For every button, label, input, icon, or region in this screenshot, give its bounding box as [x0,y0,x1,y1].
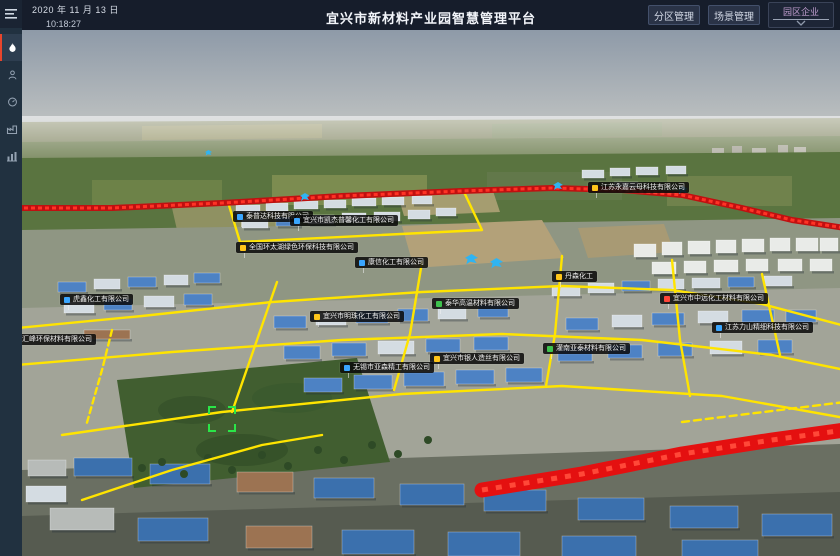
map-3d-view[interactable]: 江苏永嘉云母科技有限公司泰普达科技有限公司宜兴市凯杰普馨化工有限公司全国环太湖绿… [22,30,840,556]
company-label-text: 虎鑫化工有限公司 [73,296,129,303]
company-label-text: 宜兴市银人造丝有限公司 [443,355,520,362]
company-marker-icon [547,346,553,352]
park-enterprise-dropdown[interactable]: 园区企业 [768,2,834,28]
company-label-text: 丹森化工 [565,273,593,280]
company-label[interactable]: 丹森化工 [552,271,597,282]
company-label[interactable]: 全国环太湖绿色环保科技有限公司 [236,242,358,253]
company-label[interactable]: 康信化工有限公司 [355,257,428,268]
company-marker-icon [64,297,70,303]
company-label-text: 泰华高温材料有限公司 [445,300,515,307]
company-label-text: 灌南亚泰材料有限公司 [556,345,626,352]
company-label[interactable]: 江苏永嘉云母科技有限公司 [588,182,689,193]
hamburger-menu-button[interactable] [0,0,22,28]
company-label[interactable]: 江苏力山精细科技有限公司 [712,322,813,333]
gauge-icon [7,96,18,108]
sidebar-item-enterprise[interactable] [0,115,22,142]
top-header-bar: 2020 年 11 月 13 日 10:18:27 宜兴市新材料产业园智慧管理平… [22,0,840,30]
sidebar [0,0,22,556]
factory-icon [6,123,18,135]
company-label-text: 无锡市亚森精工有限公司 [353,364,430,371]
company-marker-icon [716,325,722,331]
header-actions: 分区管理 场景管理 园区企业 [648,0,834,30]
zone-management-button[interactable]: 分区管理 [648,5,700,25]
sidebar-item-monitor[interactable] [0,88,22,115]
flame-icon [7,42,18,54]
sidebar-item-statistics[interactable] [0,142,22,169]
company-label[interactable]: 无锡市亚森精工有限公司 [340,362,434,373]
company-marker-icon [344,365,350,371]
company-marker-icon [592,185,598,191]
bar-chart-icon [6,150,18,162]
company-label-text: 全国环太湖绿色环保科技有限公司 [249,244,354,251]
company-label[interactable]: 宜兴市凯杰普馨化工有限公司 [290,215,398,226]
sidebar-item-fire-alarm[interactable] [0,34,22,61]
company-label-text: 宜兴市明珠化工有限公司 [323,313,400,320]
company-label-text: 宜兴市汇峰环保材料有限公司 [22,336,92,343]
chevron-down-icon [796,20,806,26]
company-marker-icon [434,356,440,362]
park-enterprise-dropdown-label: 园区企业 [773,5,829,20]
company-label-text: 江苏力山精细科技有限公司 [725,324,809,331]
company-label[interactable]: 虎鑫化工有限公司 [60,294,133,305]
sky [22,30,840,130]
company-label-text: 康信化工有限公司 [368,259,424,266]
company-label[interactable]: 宜兴市中远化工材料有限公司 [660,293,768,304]
company-label-text: 宜兴市中远化工材料有限公司 [673,295,764,302]
company-label[interactable]: 泰华高温材料有限公司 [432,298,519,309]
company-label[interactable]: 灌南亚泰材料有限公司 [543,343,630,354]
company-label[interactable]: 宜兴市银人造丝有限公司 [430,353,524,364]
company-label-text: 江苏永嘉云母科技有限公司 [601,184,685,191]
company-marker-icon [664,296,670,302]
company-label[interactable]: 宜兴市汇峰环保材料有限公司 [22,334,96,345]
company-label-text: 宜兴市凯杰普馨化工有限公司 [303,217,394,224]
person-icon [7,69,18,81]
company-marker-icon [359,260,365,266]
company-marker-icon [237,214,243,220]
app-window: 2020 年 11 月 13 日 10:18:27 宜兴市新材料产业园智慧管理平… [0,0,840,556]
company-marker-icon [294,218,300,224]
scene-management-button[interactable]: 场景管理 [708,5,760,25]
hamburger-icon [5,9,17,19]
company-marker-icon [240,245,246,251]
company-marker-icon [436,301,442,307]
company-label[interactable]: 宜兴市明珠化工有限公司 [310,311,404,322]
company-marker-icon [556,274,562,280]
company-marker-icon [314,314,320,320]
sidebar-item-personnel[interactable] [0,61,22,88]
